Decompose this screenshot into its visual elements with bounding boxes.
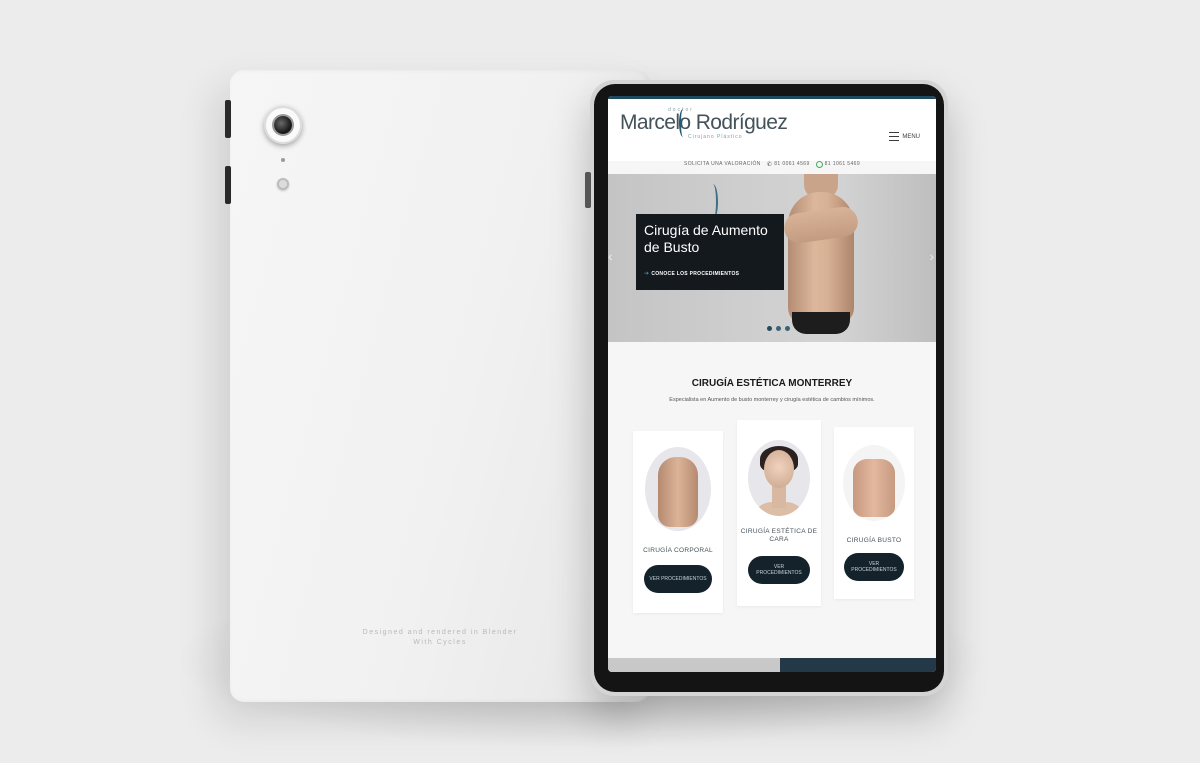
bust-image [853, 459, 895, 517]
card-label: CIRUGÍA CORPORAL [643, 547, 713, 554]
view-procedures-button[interactable]: VER PROCEDIMIENTOS [844, 553, 904, 581]
back-tablet: Designed and rendered in Blender With Cy… [225, 70, 650, 702]
card-image [645, 447, 711, 531]
volume-down-button [225, 166, 231, 204]
website-screen: doctor Marcelo Rodríguez Cirujano Plásti… [608, 96, 936, 672]
valuation-link[interactable]: SOLICITA UNA VALORACIÓN [684, 161, 761, 167]
hero-title: Cirugía de Aumento de Busto [644, 222, 768, 255]
phone-link[interactable]: ✆ 81 0061 4569 [767, 161, 810, 168]
card-label: CIRUGÍA BUSTO [846, 537, 902, 544]
footer-strip-right [780, 658, 936, 672]
view-procedures-button[interactable]: VER PROCEDIMIENTOS [644, 565, 712, 593]
menu-label: MENU [902, 133, 920, 140]
whatsapp-link[interactable]: 81 1061 5469 [815, 160, 861, 168]
hero-cta-link[interactable]: ➔ CONOCE LOS PROCEDIMIENTOS [644, 270, 740, 278]
logo-tagline-bottom: Cirujano Plástico [688, 134, 743, 140]
card-cirugia-corporal: CIRUGÍA CORPORAL VER PROCEDIMIENTOS [633, 431, 723, 613]
engraving-line-2: With Cycles [413, 639, 467, 646]
card-cirugia-busto: CIRUGÍA BUSTO VER PROCEDIMIENTOS [834, 427, 914, 599]
footer-strip-left [608, 658, 780, 672]
logo-name: Marcelo Rodríguez [620, 111, 788, 134]
slider-dot[interactable] [767, 326, 772, 331]
hero-slider: Cirugía de Aumento de Busto ➔ CONOCE LOS… [608, 174, 936, 342]
hero-model-image [782, 174, 860, 342]
volume-up-button [225, 100, 231, 138]
slider-prev-icon[interactable]: ‹ [608, 248, 613, 264]
logo-swoosh-icon [679, 109, 687, 137]
card-image [843, 445, 905, 521]
phone-icon: ✆ [766, 161, 773, 168]
engraving-line-1: Designed and rendered in Blender [362, 629, 518, 636]
contact-bar: SOLICITA UNA VALORACIÓN ✆ 81 0061 4569 8… [608, 158, 936, 170]
torso-image [658, 457, 698, 527]
footer-strip [608, 658, 936, 672]
power-button [585, 172, 591, 208]
slider-dots [767, 326, 790, 331]
microphone-icon [281, 158, 285, 162]
phone-number-2: 81 1061 5469 [824, 161, 861, 167]
hamburger-icon [889, 132, 900, 141]
slider-next-icon[interactable]: › [929, 248, 934, 264]
hero-cta-label: CONOCE LOS PROCEDIMIENTOS [651, 270, 740, 277]
hero-caption-card: Cirugía de Aumento de Busto ➔ CONOCE LOS… [636, 214, 784, 290]
section-title: CIRUGÍA ESTÉTICA MONTERREY [691, 378, 853, 389]
slider-dot[interactable] [776, 326, 781, 331]
camera-lens-icon [264, 106, 302, 144]
view-procedures-button[interactable]: VER PROCEDIMIENTOS [748, 556, 810, 584]
site-logo[interactable]: doctor Marcelo Rodríguez Cirujano Plásti… [620, 103, 788, 143]
section-subtitle: Especialista en Aumento de busto monterr… [669, 397, 875, 403]
back-engraving: Designed and rendered in Blender With Cy… [360, 628, 520, 648]
phone-number-1: 81 0061 4569 [774, 161, 810, 167]
card-cirugia-cara: CIRUGÍA ESTÉTICA DE CARA VER PROCEDIMIEN… [737, 420, 821, 606]
menu-button[interactable]: MENU [889, 132, 920, 141]
whatsapp-icon [815, 160, 823, 168]
slider-dot[interactable] [785, 326, 790, 331]
face-neck [772, 486, 786, 508]
model-bikini [792, 312, 850, 334]
flash-icon [277, 178, 289, 190]
card-label: CIRUGÍA ESTÉTICA DE CARA [740, 528, 818, 543]
arrow-right-icon: ➔ [644, 271, 650, 277]
site-header: doctor Marcelo Rodríguez Cirujano Plásti… [608, 99, 936, 161]
face-image [764, 450, 794, 488]
card-image [748, 440, 810, 516]
